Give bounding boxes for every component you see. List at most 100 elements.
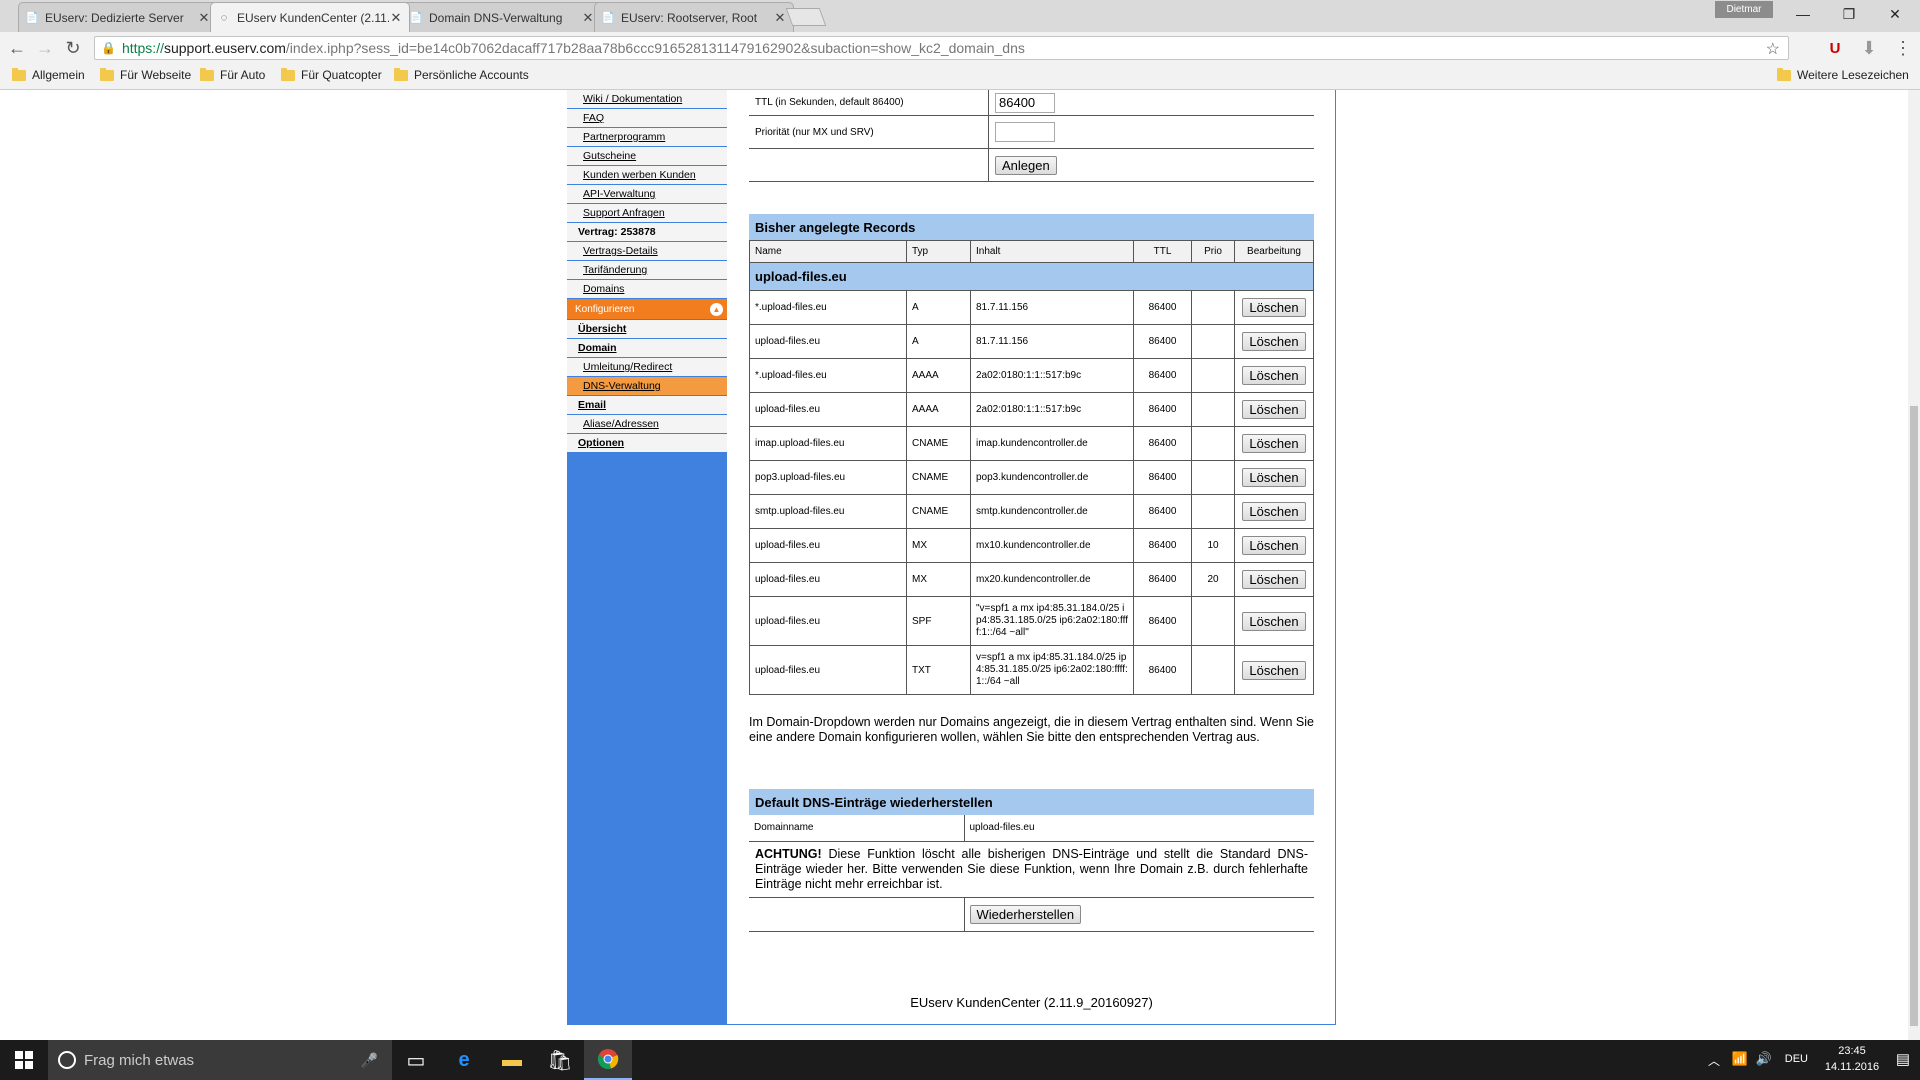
ublock-icon[interactable]: U [1822,36,1848,60]
priority-label: Priorität (nur MX und SRV) [749,116,989,148]
delete-record-button[interactable]: Löschen [1242,366,1306,385]
windows-start-icon[interactable] [0,1040,48,1080]
download-icon[interactable]: ⬇ [1856,36,1882,60]
priority-input[interactable] [995,122,1055,142]
collapse-icon[interactable]: ▲ [710,303,723,316]
close-tab-icon[interactable]: ✕ [389,10,403,26]
sidebar-item-api[interactable]: API-Verwaltung [567,185,727,204]
language-indicator[interactable]: DEU [1785,1053,1808,1065]
browser-tab-2[interactable]: ◌ EUserv KundenCenter (2.11.9) ✕ [210,2,410,32]
sidebar-item-partner[interactable]: Partnerprogramm [567,128,727,147]
reload-icon[interactable]: ↻ [60,36,86,60]
edge-icon[interactable]: e [440,1040,488,1080]
table-row: upload-files.eu SPF "v=spf1 a mx ip4:85.31… [749,596,1314,646]
tab-title: Domain DNS-Verwaltung [429,10,563,25]
folder-icon [100,67,114,81]
sidebar-item-support[interactable]: Support Anfragen [567,204,727,223]
sidebar-item-overview[interactable]: Übersicht [567,320,727,339]
chrome-icon[interactable] [584,1040,632,1080]
restore-button[interactable]: Wiederherstellen [969,904,1082,924]
close-window-icon[interactable]: ✕ [1872,0,1918,28]
delete-record-button[interactable]: Löschen [1242,468,1306,487]
chevron-up-icon[interactable]: ︿ [1708,1052,1720,1069]
clock-time[interactable]: 23:45 [1822,1045,1882,1057]
file-explorer-icon[interactable]: ▬ [488,1040,536,1080]
browser-tab-3[interactable]: 📄 Domain DNS-Verwaltung ✕ [402,2,602,32]
record-ttl: 86400 [1133,645,1192,695]
notification-icon[interactable]: ▤ [1896,1050,1910,1068]
other-bookmarks[interactable]: Weitere Lesezeichen [1777,67,1909,82]
sidebar-item-dns[interactable]: DNS-Verwaltung [567,377,727,396]
ttl-input[interactable] [995,92,1055,113]
task-view-icon[interactable]: ▭ [392,1040,440,1080]
sidebar-item-redirect[interactable]: Umleitung/Redirect [567,358,727,377]
bookmark-folder[interactable]: Für Webseite [100,67,191,82]
clock-date[interactable]: 14.11.2016 [1822,1061,1882,1073]
scrollbar-thumb[interactable] [1910,406,1918,1026]
bookmark-folder[interactable]: Für Quatcopter [281,67,382,82]
record-ttl: 86400 [1133,426,1192,461]
delete-record-button[interactable]: Löschen [1242,536,1306,555]
url-protocol: https:// [121,40,164,56]
restore-icon[interactable]: ❐ [1826,0,1872,28]
sidebar-contract: Vertrag: 253878 [567,223,727,242]
delete-record-button[interactable]: Löschen [1242,502,1306,521]
record-content: smtp.kundencontroller.de [970,494,1134,529]
close-tab-icon[interactable]: ✕ [197,10,211,26]
sidebar-item-email[interactable]: Email [567,396,727,415]
bookmark-folder[interactable]: Allgemein [12,67,85,82]
close-tab-icon[interactable]: ✕ [773,10,787,26]
table-row: upload-files.eu AAAA 2a02:0180:1:1::517:b9… [749,392,1314,427]
table-row: *.upload-files.eu A 81.7.11.156 86400 Lösche… [749,290,1314,325]
sidebar-item-referral[interactable]: Kunden werben Kunden [567,166,727,185]
delete-record-button[interactable]: Löschen [1242,570,1306,589]
forward-icon[interactable]: → [32,36,58,60]
star-icon[interactable]: ☆ [1766,39,1780,59]
profile-button[interactable]: Dietmar [1715,1,1773,18]
bookmarks-bar: Allgemein Für Webseite Für Auto Für Quat… [0,64,1920,90]
browser-tab-4[interactable]: 📄 EUserv: Rootserver, Root ✕ [594,2,794,32]
close-tab-icon[interactable]: ✕ [581,10,595,26]
record-type: A [906,324,971,359]
delete-record-button[interactable]: Löschen [1242,298,1306,317]
menu-icon[interactable]: ⋮ [1890,36,1916,60]
minimize-icon[interactable]: — [1780,0,1826,28]
sidebar-item-domains[interactable]: Domains [567,280,727,299]
delete-record-button[interactable]: Löschen [1242,660,1306,680]
record-type: MX [906,528,971,563]
sidebar-item-aliases[interactable]: Aliase/Adressen [567,415,727,434]
store-icon[interactable]: 🛍 [536,1040,584,1080]
sidebar-configure-header[interactable]: Konfigurieren ▲ [567,299,727,320]
sidebar-item-domain[interactable]: Domain [567,339,727,358]
network-icon[interactable]: 📶 [1732,1051,1748,1067]
delete-record-button[interactable]: Löschen [1242,400,1306,419]
new-tab-button[interactable] [785,8,827,26]
sidebar-item-tariff[interactable]: Tarifänderung [567,261,727,280]
sidebar-item-options[interactable]: Optionen [567,434,727,453]
browser-tab-1[interactable]: 📄 EUserv: Dedizierte Server ✕ [18,2,218,32]
column-prio: Prio [1191,240,1235,263]
delete-record-button[interactable]: Löschen [1242,434,1306,453]
back-icon[interactable]: ← [4,36,30,60]
sidebar-item-contract-details[interactable]: Vertrags-Details [567,242,727,261]
create-button[interactable]: Anlegen [995,155,1057,175]
page-icon: 📄 [601,12,615,24]
column-content: Inhalt [970,240,1134,263]
address-bar[interactable]: 🔒 https://support.euserv.com/index.iphp?… [94,36,1789,60]
record-name: smtp.upload-files.eu [749,494,907,529]
delete-record-button[interactable]: Löschen [1242,611,1306,631]
record-content: 81.7.11.156 [970,324,1134,359]
warning-bold: ACHTUNG! [755,846,822,861]
bookmark-folder[interactable]: Für Auto [200,67,265,82]
sidebar-item-wiki[interactable]: Wiki / Dokumentation [567,90,727,109]
record-content: 2a02:0180:1:1::517:b9c [970,358,1134,393]
taskbar-search[interactable]: Frag mich etwas 🎤 [48,1040,392,1080]
delete-record-button[interactable]: Löschen [1242,332,1306,351]
sidebar-item-vouchers[interactable]: Gutscheine [567,147,727,166]
record-name: upload-files.eu [749,392,907,427]
sidebar-item-faq[interactable]: FAQ [567,109,727,128]
microphone-icon[interactable]: 🎤 [361,1052,378,1069]
scrollbar[interactable] [1908,90,1920,1040]
volume-icon[interactable]: 🔊 [1756,1051,1772,1067]
bookmark-folder[interactable]: Persönliche Accounts [394,67,529,82]
